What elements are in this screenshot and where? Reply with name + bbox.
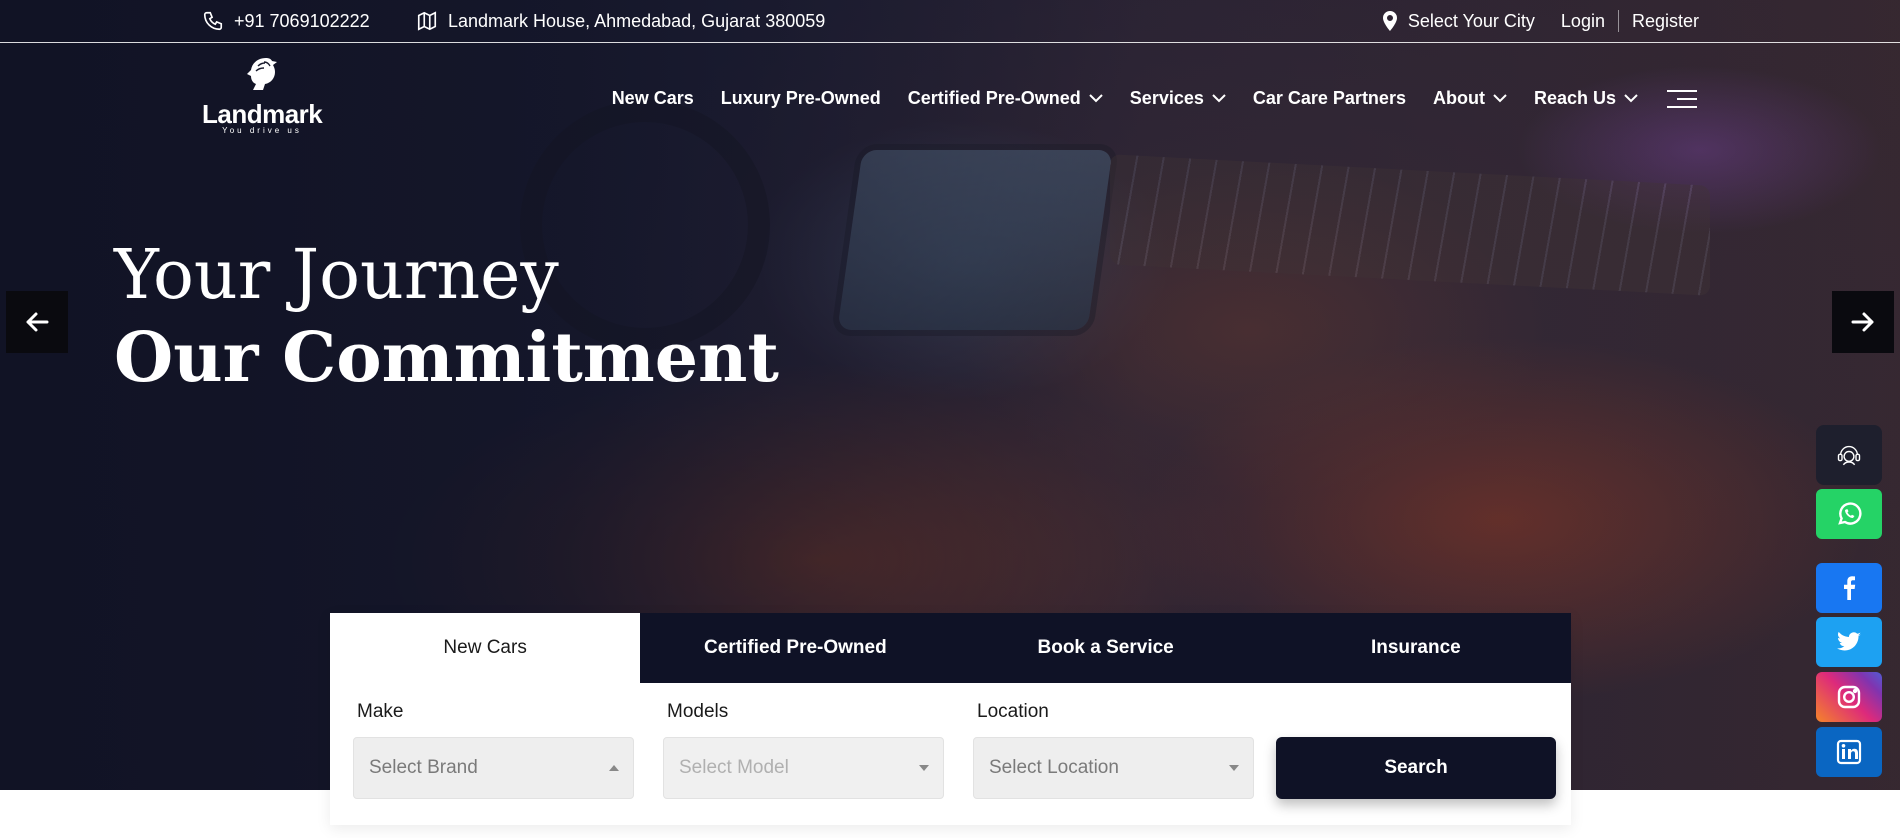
select-city-link[interactable]: Select Your City: [1382, 11, 1535, 32]
slider-prev-button[interactable]: [6, 291, 68, 353]
search-fields: Make Select Brand Models Select Model Lo…: [330, 683, 1571, 825]
whatsapp-icon: [1838, 502, 1862, 525]
chevron-down-icon: [1212, 94, 1226, 103]
arrow-right-icon: [1851, 312, 1874, 332]
nav-item-label: About: [1432, 88, 1485, 108]
nav-item-label: New Cars: [611, 88, 694, 108]
make-select[interactable]: Select Brand: [353, 737, 634, 799]
tab-insurance[interactable]: Insurance: [1261, 613, 1571, 683]
phone-icon: [203, 11, 223, 31]
brand-logo[interactable]: Landmark You drive us: [202, 56, 323, 136]
chevron-down-icon: [1089, 94, 1103, 103]
address-text: Landmark House, Ahmedabad, Gujarat 38005…: [448, 10, 826, 31]
tab-book-a-service[interactable]: Book a Service: [951, 613, 1261, 683]
hero-headline: Your Journey Our Commitment: [114, 235, 779, 399]
slider-next-button[interactable]: [1832, 291, 1894, 353]
caret-down-icon: [1229, 765, 1239, 771]
brand-name: Landmark: [202, 99, 323, 129]
facebook-button[interactable]: [1816, 563, 1882, 613]
nav-item-car-care-partners[interactable]: Car Care Partners: [1253, 88, 1406, 109]
select-city-label: Select Your City: [1407, 10, 1535, 31]
nav-item-label: Services: [1129, 88, 1204, 108]
nav-item-about[interactable]: About: [1433, 88, 1507, 109]
location-label: Location: [977, 701, 1049, 722]
twitter-button[interactable]: [1816, 617, 1882, 667]
linkedin-button[interactable]: [1816, 727, 1882, 777]
models-label: Models: [667, 701, 729, 722]
instagram-button[interactable]: [1816, 672, 1882, 722]
search-button[interactable]: Search: [1276, 737, 1556, 799]
nav-item-luxury-pre-owned[interactable]: Luxury Pre-Owned: [721, 88, 881, 109]
phone-number: +91 7069102222: [234, 10, 370, 31]
models-select-value: Select Model: [679, 757, 789, 778]
nav-item-services[interactable]: Services: [1130, 88, 1226, 109]
divider: [1617, 10, 1619, 32]
make-select-value: Select Brand: [369, 757, 478, 778]
nav-item-certified-pre-owned[interactable]: Certified Pre-Owned: [908, 88, 1103, 109]
linkedin-icon: [1836, 739, 1862, 765]
hero-headline-line-1: Your Journey: [114, 236, 559, 315]
make-label: Make: [357, 701, 404, 722]
main-nav: New Cars Luxury Pre-Owned Certified Pre-…: [612, 88, 1697, 109]
assistant-icon: [1837, 445, 1861, 466]
menu-icon[interactable]: [1665, 89, 1697, 108]
nav-item-label: Certified Pre-Owned: [907, 88, 1081, 108]
tab-certified-pre-owned[interactable]: Certified Pre-Owned: [640, 613, 950, 683]
hero-headline-line-2: Our Commitment: [114, 318, 779, 398]
phone-link[interactable]: +91 7069102222: [202, 10, 370, 32]
account-links: Select Your City Login Register: [1382, 10, 1699, 32]
nav-item-label: Car Care Partners: [1252, 88, 1406, 108]
nav-item-reach-us[interactable]: Reach Us: [1534, 88, 1638, 109]
instagram-icon: [1837, 685, 1861, 709]
login-link[interactable]: Login: [1561, 11, 1605, 32]
location-select[interactable]: Select Location: [973, 737, 1254, 799]
models-select[interactable]: Select Model: [663, 737, 944, 799]
chevron-down-icon: [1493, 94, 1507, 103]
nav-item-label: Reach Us: [1533, 88, 1616, 108]
tab-new-cars[interactable]: New Cars: [330, 613, 641, 683]
nav-item-new-cars[interactable]: New Cars: [612, 88, 694, 109]
caret-down-icon: [919, 765, 929, 771]
register-link[interactable]: Register: [1632, 11, 1699, 32]
caret-up-icon: [609, 765, 619, 771]
location-pin-icon: [1382, 11, 1397, 31]
map-icon: [417, 11, 437, 31]
whatsapp-button[interactable]: [1816, 489, 1882, 539]
location-select-value: Select Location: [989, 757, 1119, 778]
assistant-button[interactable]: [1816, 425, 1882, 485]
search-tabs: New Cars Certified Pre-Owned Book a Serv…: [330, 613, 1571, 683]
twitter-icon: [1837, 631, 1861, 651]
vehicle-search-panel: New Cars Certified Pre-Owned Book a Serv…: [330, 613, 1571, 825]
facebook-icon: [1844, 576, 1856, 600]
chevron-down-icon: [1624, 94, 1638, 103]
arrow-left-icon: [26, 312, 49, 332]
address-link[interactable]: Landmark House, Ahmedabad, Gujarat 38005…: [416, 10, 825, 32]
nav-item-label: Luxury Pre-Owned: [720, 88, 881, 108]
top-bar: +91 7069102222 Landmark House, Ahmedabad…: [0, 0, 1900, 43]
lion-logo-icon: [247, 58, 277, 90]
